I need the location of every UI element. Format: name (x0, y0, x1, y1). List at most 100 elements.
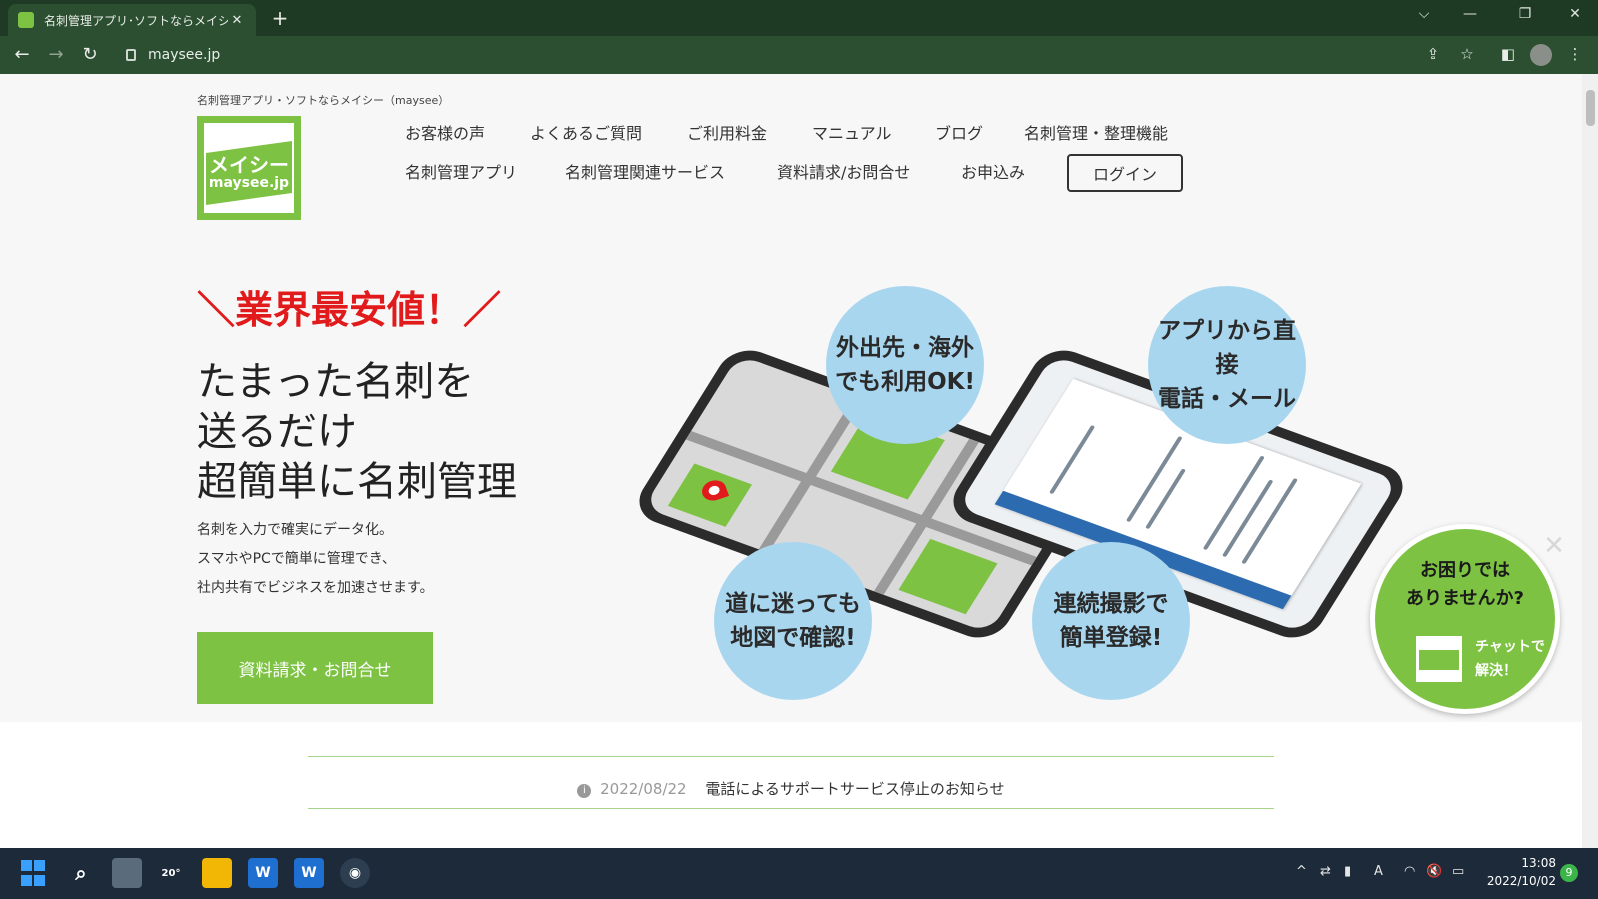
chat-logo-band (1419, 650, 1459, 670)
news-date: 2022/08/22 (600, 780, 687, 798)
browser-tab[interactable]: 名刺管理アプリ･ソフトならメイシー（m ✕ (8, 4, 256, 36)
logo-text-en: maysee.jp (208, 175, 290, 191)
feature-bubble-continuous-shoot: 連続撮影で 簡単登録! (1032, 542, 1190, 700)
browser-tab-bar: 名刺管理アプリ･ソフトならメイシー（m ✕ + ⌵ — ❐ ✕ (0, 0, 1598, 36)
page-scrollbar[interactable] (1582, 74, 1598, 848)
chat-question-line: ありませんか? (1406, 588, 1524, 609)
chrome-app-icon[interactable]: ◉ (340, 858, 370, 888)
chat-maysee-logo (1413, 633, 1465, 685)
star-icon[interactable]: ☆ (1456, 45, 1478, 63)
lock-icon[interactable] (126, 49, 136, 61)
headline-line: たまった名刺を (197, 359, 475, 405)
nav-app[interactable]: 名刺管理アプリ (405, 159, 517, 183)
description-line: 名刺を入力で確実にデータ化。 (197, 522, 393, 538)
windows-taskbar: ⌕ 20° W W ◉ ^ ⇄ ▮ A ◠ 🔇 ▭ 13:08 2022/10/… (0, 848, 1598, 899)
back-button[interactable]: ← (10, 44, 34, 65)
task-view-icon[interactable] (112, 858, 142, 888)
reload-button[interactable]: ↻ (78, 44, 102, 65)
close-window-button[interactable]: ✕ (1555, 6, 1595, 22)
site-tagline: 名刺管理アプリ・ソフトならメイシー（maysee） (197, 94, 450, 107)
chat-widget[interactable]: お困りでは ありませんか? チャットで 解決！ (1370, 524, 1560, 714)
feature-bubble-overseas: 外出先・海外 でも利用OK! (826, 286, 984, 444)
ime-indicator[interactable]: A (1374, 864, 1383, 879)
weather-icon[interactable]: 20° (156, 858, 186, 888)
card-text-line (1221, 479, 1274, 558)
news-title-link[interactable]: 電話によるサポートサービス停止のお知らせ (705, 780, 1004, 798)
tray-app-icon[interactable]: ▮ (1344, 864, 1351, 879)
forward-button[interactable]: → (44, 44, 68, 65)
bubble-line: 簡単登録! (1059, 625, 1163, 651)
bubble-line: 道に迷っても (725, 591, 861, 617)
taskbar-clock[interactable]: 13:08 2022/10/02 (1486, 854, 1556, 890)
card-text-line (1049, 425, 1096, 495)
divider (308, 756, 1274, 757)
info-icon: i (577, 784, 592, 798)
tray-chevron-icon[interactable]: ^ (1296, 864, 1307, 879)
tab-search-icon[interactable]: ⌵ (1404, 6, 1444, 22)
nav-voices[interactable]: お客様の声 (405, 120, 485, 144)
hero-description: 名刺を入力で確実にデータ化。 スマホやPCで簡単に管理でき、 社内共有でビジネス… (197, 516, 434, 603)
share-icon[interactable]: ⇪ (1422, 45, 1444, 63)
news-section: i 2022/08/22 電話によるサポートサービス停止のお知らせ (0, 722, 1582, 848)
chat-question: お困りでは ありませんか? (1375, 557, 1555, 613)
bubble-line: 連続撮影で (1053, 591, 1169, 617)
contact-cta-button[interactable]: 資料請求・お問合せ (197, 632, 433, 704)
nav-manual[interactable]: マニュアル (812, 120, 892, 144)
headline-line: 超簡単に名刺管理 (197, 459, 517, 505)
maysee-logo[interactable]: メイシー maysee.jp (197, 116, 301, 220)
card-text-line (1145, 468, 1187, 530)
tab-close-icon[interactable]: ✕ (228, 13, 246, 28)
battery-icon[interactable]: ▭ (1452, 864, 1464, 879)
address-bar[interactable]: maysee.jp (114, 40, 1474, 70)
divider (308, 808, 1274, 809)
browser-toolbar: ← → ↻ maysee.jp ⇪ ☆ ◧ ⋮ (0, 36, 1598, 74)
nav-faq[interactable]: よくあるご質問 (530, 120, 642, 144)
login-button[interactable]: ログイン (1067, 154, 1183, 192)
maysee-favicon-icon (18, 12, 34, 28)
profile-icon[interactable] (1530, 44, 1552, 66)
chat-close-icon[interactable]: ✕ (1540, 532, 1568, 560)
chat-action-line: チャットで (1475, 639, 1545, 655)
file-explorer-icon[interactable] (202, 858, 232, 888)
windows-start-icon[interactable] (20, 858, 46, 888)
chat-action-line: 解決！ (1475, 663, 1517, 679)
map-park (898, 538, 998, 615)
restore-button[interactable]: ❐ (1505, 6, 1545, 22)
headline-line: 送るだけ (197, 409, 357, 455)
mute-icon[interactable]: 🔇 (1426, 864, 1442, 879)
web-page: 名刺管理アプリ・ソフトならメイシー（maysee） メイシー maysee.jp… (0, 74, 1582, 848)
tab-title: 名刺管理アプリ･ソフトならメイシー（m (44, 13, 228, 28)
logo-text-ja: メイシー (209, 153, 289, 177)
word-app-icon[interactable]: W (294, 858, 324, 888)
notification-badge[interactable]: 9 (1560, 864, 1578, 882)
tray-network-app-icon[interactable]: ⇄ (1320, 864, 1331, 879)
sidepanel-icon[interactable]: ◧ (1497, 45, 1519, 63)
new-tab-button[interactable]: + (268, 6, 292, 30)
word-app-icon[interactable]: W (248, 858, 278, 888)
weather-temp: 20° (161, 867, 181, 879)
bubble-line: アプリから直接 (1158, 318, 1296, 378)
minimize-button[interactable]: — (1450, 6, 1490, 22)
nav-related-services[interactable]: 名刺管理関連サービス (565, 159, 725, 183)
nav-features[interactable]: 名刺管理・整理機能 (1024, 120, 1168, 144)
wifi-icon[interactable]: ◠ (1404, 864, 1415, 879)
menu-icon[interactable]: ⋮ (1564, 45, 1586, 63)
hero-headline: たまった名刺を 送るだけ 超簡単に名刺管理 (197, 357, 517, 507)
bubble-line: 地図で確認! (730, 625, 856, 651)
bubble-line: 外出先・海外 (836, 335, 974, 361)
nav-apply[interactable]: お申込み (961, 159, 1025, 183)
nav-pricing[interactable]: ご利用料金 (687, 120, 767, 144)
nav-contact[interactable]: 資料請求/お問合せ (777, 159, 910, 183)
search-icon[interactable]: ⌕ (66, 858, 96, 888)
bubble-line: 電話・メール (1158, 386, 1296, 412)
scrollbar-thumb[interactable] (1586, 90, 1595, 126)
description-line: スマホやPCで簡単に管理でき、 (197, 551, 396, 567)
news-item[interactable]: i 2022/08/22 電話によるサポートサービス停止のお知らせ (308, 778, 1274, 799)
bubble-line: でも利用OK! (835, 369, 975, 395)
chat-question-line: お困りでは (1420, 560, 1510, 581)
catch-copy: ＼業界最安値！／ (197, 288, 502, 332)
nav-blog[interactable]: ブログ (935, 120, 983, 144)
url-text: maysee.jp (148, 47, 221, 63)
card-text-line (1241, 477, 1298, 565)
chat-action-text: チャットで 解決！ (1475, 635, 1545, 683)
